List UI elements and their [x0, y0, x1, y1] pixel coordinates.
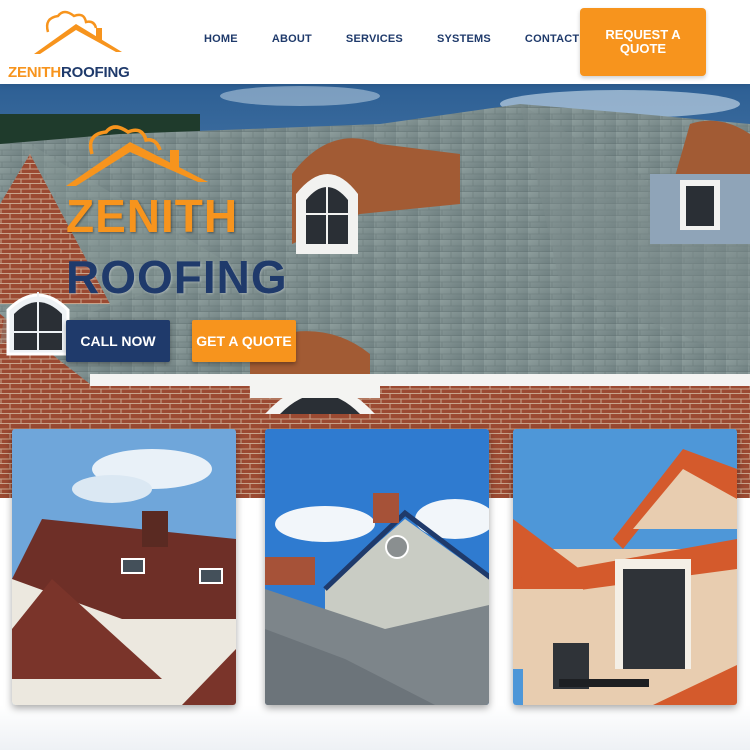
logo-wordmark: ZENITHROOFING [8, 64, 130, 81]
nav-home[interactable]: HOME [204, 33, 238, 45]
logo-text-zenith: ZENITH [8, 64, 61, 81]
nav-services[interactable]: SERVICES [346, 33, 403, 45]
hero-title-zenith: ZENITH [66, 190, 239, 242]
red-shingle-roof-image [12, 429, 236, 705]
call-now-button[interactable]: CALL NOW [66, 320, 170, 362]
main-nav: HOME ABOUT SERVICES SYSTEMS CONTACT [204, 33, 613, 45]
hero-title-roofing: ROOFING [66, 251, 288, 303]
hero-roof-logo-icon [66, 125, 208, 186]
site-header: ZENITHROOFING HOME ABOUT SERVICES SYSTEM… [0, 0, 750, 84]
gallery-card-terracotta-tile-roof[interactable] [513, 429, 737, 705]
logo-text-roofing: ROOFING [60, 64, 130, 81]
terracotta-tile-roof-image [513, 429, 737, 705]
logo[interactable]: ZENITHROOFING [8, 10, 148, 81]
gray-shingle-roof-image [265, 429, 489, 705]
request-quote-button[interactable]: REQUEST A QUOTE [580, 8, 706, 76]
nav-about[interactable]: ABOUT [272, 33, 312, 45]
gallery-card-red-shingle-roof[interactable] [12, 429, 236, 705]
gallery-card-gray-shingle-roof[interactable] [265, 429, 489, 705]
roof-logo-icon [34, 10, 122, 54]
page-bottom-background [0, 705, 750, 750]
get-quote-button[interactable]: GET A QUOTE [192, 320, 296, 362]
page: ZENITHROOFING HOME ABOUT SERVICES SYSTEM… [0, 0, 750, 750]
nav-contact[interactable]: CONTACT [525, 33, 579, 45]
nav-systems[interactable]: SYSTEMS [437, 33, 491, 45]
